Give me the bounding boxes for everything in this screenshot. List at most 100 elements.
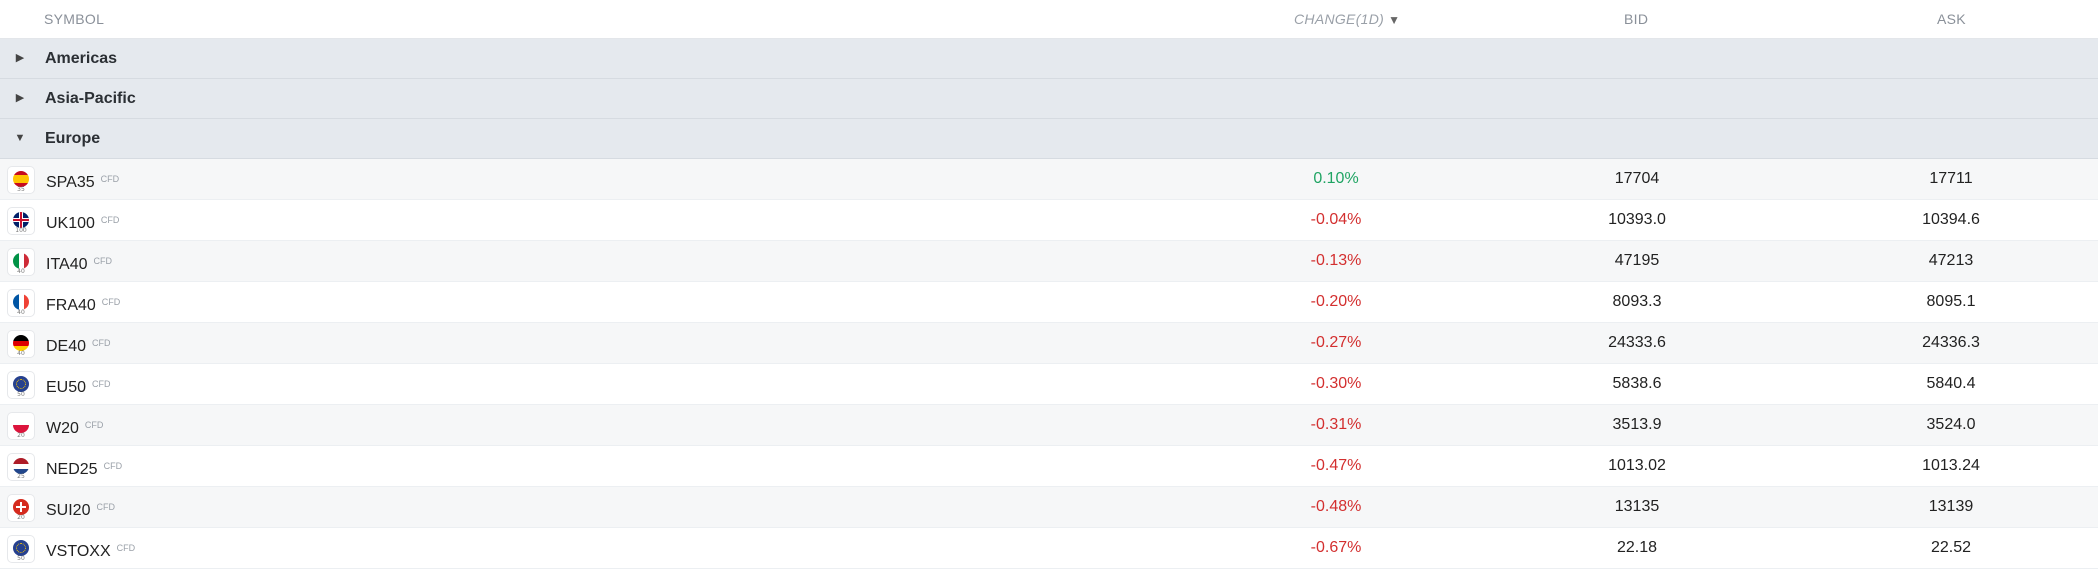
table-row[interactable]: 40 FRA40 CFD -0.20% 8093.3 8095.1 — [0, 282, 2098, 323]
symbol-name: DE40 — [46, 338, 87, 355]
change-cell: -0.13% — [1310, 252, 1362, 269]
symbol-cell[interactable]: SPA35 CFD — [46, 159, 119, 199]
symbol-cell[interactable]: W20 CFD — [46, 405, 103, 445]
symbol-cell[interactable]: UK100 CFD — [46, 200, 119, 240]
bid-price[interactable]: 22.18 — [1557, 528, 1717, 568]
table-row[interactable]: 50 EU50 CFD -0.30% 5838.6 5840.4 — [0, 364, 2098, 405]
bid-price[interactable]: 10393.0 — [1557, 200, 1717, 240]
ask-price[interactable]: 5840.4 — [1871, 364, 2031, 404]
bid-price[interactable]: 3513.9 — [1557, 405, 1717, 445]
flag-disk — [13, 253, 29, 269]
change-cell: -0.67% — [1310, 539, 1362, 556]
flag-disk — [13, 540, 29, 556]
symbol-name: VSTOXX — [46, 543, 111, 560]
caret-down-icon[interactable]: ▼ — [14, 119, 26, 158]
table-row[interactable]: 40 DE40 CFD -0.27% 24333.6 24336.3 — [0, 323, 2098, 364]
table-row[interactable]: 20 W20 CFD -0.31% 3513.9 3524.0 — [0, 405, 2098, 446]
ask-price[interactable]: 24336.3 — [1871, 323, 2031, 363]
spain-flag-icon: 35 — [8, 167, 34, 193]
group-row-asia-pacific[interactable]: ▶ Asia-Pacific — [0, 79, 2098, 119]
group-row-americas[interactable]: ▶ Americas — [0, 39, 2098, 79]
table-header: SYMBOL CHANGE(1D) ▼ BID ASK — [0, 0, 2098, 39]
ask-price[interactable]: 10394.6 — [1871, 200, 2031, 240]
symbol-cell[interactable]: ITA40 CFD — [46, 241, 112, 281]
ask-price[interactable]: 47213 — [1871, 241, 2031, 281]
symbol-cell[interactable]: SUI20 CFD — [46, 487, 115, 527]
poland-flag-icon: 20 — [8, 413, 34, 439]
bid-price[interactable]: 5838.6 — [1557, 364, 1717, 404]
symbol-name: SUI20 — [46, 502, 91, 519]
sort-descending-icon[interactable]: ▼ — [1388, 1, 1400, 39]
flag-disk — [13, 499, 29, 515]
bid-price[interactable]: 1013.02 — [1557, 446, 1717, 486]
bid-price[interactable]: 17704 — [1557, 159, 1717, 199]
group-row-europe[interactable]: ▼ Europe — [0, 119, 2098, 159]
caret-right-icon[interactable]: ▶ — [14, 79, 26, 118]
group-label: Europe — [45, 130, 101, 147]
flag-code: 35 — [17, 186, 25, 193]
change-cell: -0.27% — [1310, 334, 1362, 351]
symbol-cell[interactable]: DE40 CFD — [46, 323, 111, 363]
germany-flag-icon: 40 — [8, 331, 34, 357]
france-flag-icon: 40 — [8, 290, 34, 316]
cfd-tag: CFD — [116, 543, 136, 553]
change-cell: -0.30% — [1310, 375, 1362, 392]
ask-price[interactable]: 3524.0 — [1871, 405, 2031, 445]
bid-column-header[interactable]: BID — [1624, 0, 1648, 38]
ask-price[interactable]: 22.52 — [1871, 528, 2031, 568]
ask-price[interactable]: 13139 — [1871, 487, 2031, 527]
flag-disk — [13, 335, 29, 351]
symbol-column-header[interactable]: SYMBOL — [44, 0, 104, 38]
cfd-tag: CFD — [93, 256, 113, 266]
flag-code: 40 — [17, 350, 25, 357]
ask-column-header[interactable]: ASK — [1937, 0, 1966, 38]
ask-price[interactable]: 17711 — [1871, 159, 2031, 199]
symbol-name: NED25 — [46, 461, 98, 478]
table-row[interactable]: 50 VSTOXX CFD -0.67% 22.18 22.52 — [0, 528, 2098, 569]
eu-flag-icon: 50 — [8, 536, 34, 562]
symbol-name: EU50 — [46, 379, 87, 396]
change-cell: 0.10% — [1313, 170, 1359, 187]
change-cell: -0.20% — [1310, 293, 1362, 310]
bid-price[interactable]: 47195 — [1557, 241, 1717, 281]
symbol-cell[interactable]: EU50 CFD — [46, 364, 111, 404]
cfd-tag: CFD — [84, 420, 104, 430]
europe-rows: 35 SPA35 CFD 0.10% 17704 17711 100 UK100 CFD -0.0… — [0, 159, 2098, 569]
bid-price[interactable]: 8093.3 — [1557, 282, 1717, 322]
flag-disk — [13, 458, 29, 474]
change-column-label: CHANGE(1D) — [1294, 11, 1385, 27]
eu-flag-icon: 50 — [8, 372, 34, 398]
instrument-table: SYMBOL CHANGE(1D) ▼ BID ASK ▶ Americas ▶ … — [0, 0, 2098, 569]
cfd-tag: CFD — [92, 379, 111, 389]
symbol-cell[interactable]: FRA40 CFD — [46, 282, 120, 322]
table-row[interactable]: 40 ITA40 CFD -0.13% 47195 47213 — [0, 241, 2098, 282]
ask-price[interactable]: 8095.1 — [1871, 282, 2031, 322]
symbol-name: W20 — [46, 420, 79, 437]
caret-right-icon[interactable]: ▶ — [14, 39, 26, 78]
symbol-name: UK100 — [46, 215, 95, 232]
change-cell: -0.47% — [1310, 457, 1362, 474]
bid-price[interactable]: 24333.6 — [1557, 323, 1717, 363]
flag-disk — [13, 376, 29, 392]
ask-price[interactable]: 1013.24 — [1871, 446, 2031, 486]
bid-price[interactable]: 13135 — [1557, 487, 1717, 527]
flag-code: 40 — [17, 268, 25, 275]
netherlands-flag-icon: 25 — [8, 454, 34, 480]
uk-flag-icon: 100 — [8, 208, 34, 234]
change-column-header[interactable]: CHANGE(1D) ▼ — [1294, 0, 1400, 38]
cfd-tag: CFD — [92, 338, 111, 348]
group-label: Americas — [45, 50, 118, 67]
cfd-tag: CFD — [101, 297, 121, 307]
table-row[interactable]: 35 SPA35 CFD 0.10% 17704 17711 — [0, 159, 2098, 200]
cfd-tag: CFD — [103, 461, 123, 471]
italy-flag-icon: 40 — [8, 249, 34, 275]
cfd-tag: CFD — [100, 215, 120, 225]
symbol-cell[interactable]: NED25 CFD — [46, 446, 122, 486]
symbol-cell[interactable]: VSTOXX CFD — [46, 528, 135, 568]
change-cell: -0.48% — [1310, 498, 1362, 515]
switzerland-flag-icon: 20 — [8, 495, 34, 521]
table-row[interactable]: 100 UK100 CFD -0.04% 10393.0 10394.6 — [0, 200, 2098, 241]
flag-disk — [13, 417, 29, 433]
table-row[interactable]: 25 NED25 CFD -0.47% 1013.02 1013.24 — [0, 446, 2098, 487]
table-row[interactable]: 20 SUI20 CFD -0.48% 13135 13139 — [0, 487, 2098, 528]
